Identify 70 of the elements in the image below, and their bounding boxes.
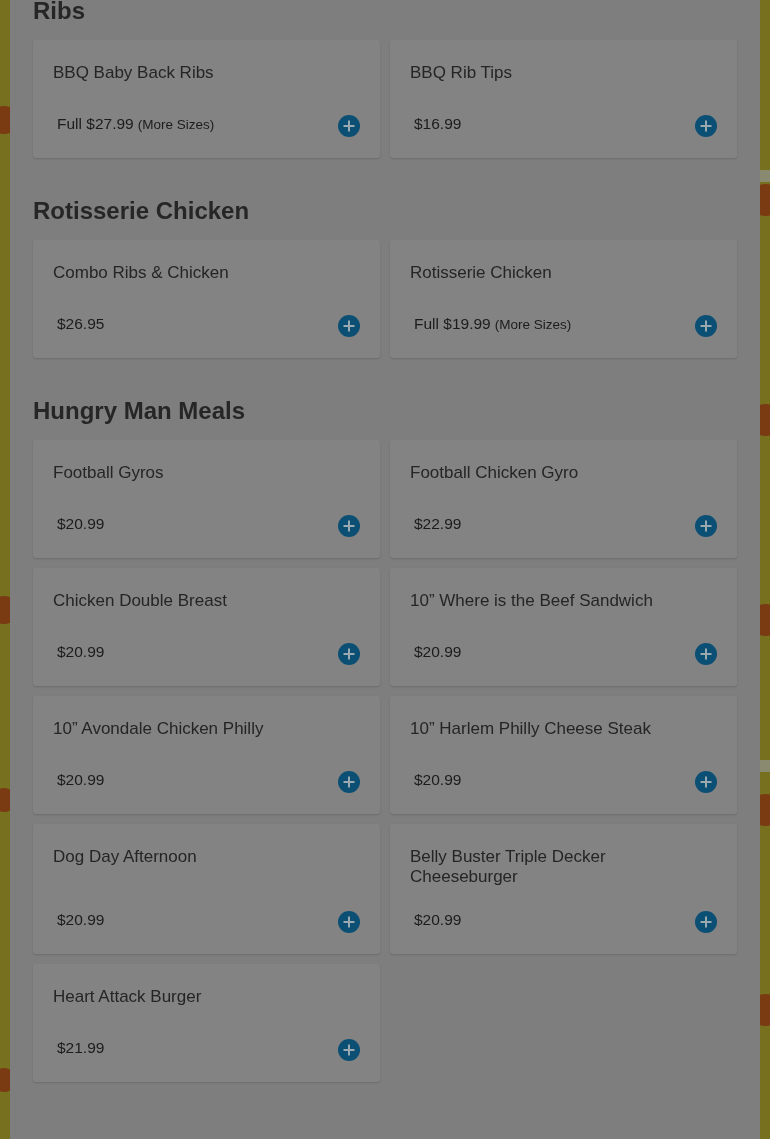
item-price: $20.99 bbox=[57, 910, 105, 931]
add-button[interactable] bbox=[338, 315, 360, 337]
add-button[interactable] bbox=[695, 643, 717, 665]
item-name: Rotisserie Chicken bbox=[410, 263, 553, 283]
add-button[interactable] bbox=[695, 115, 717, 137]
item-price: Full $27.99 bbox=[57, 114, 134, 135]
add-button[interactable] bbox=[338, 1039, 360, 1061]
add-button[interactable] bbox=[695, 515, 717, 537]
add-icon bbox=[695, 315, 717, 337]
item-name: Football Chicken Gyro bbox=[410, 463, 580, 483]
item-name: 10” Avondale Chicken Philly bbox=[53, 719, 265, 739]
add-icon bbox=[338, 515, 360, 537]
item-price: $20.99 bbox=[57, 514, 105, 535]
item-name: Football Gyros bbox=[53, 463, 165, 483]
item-price: $20.99 bbox=[57, 642, 105, 663]
menu-item-card[interactable]: Combo Ribs & Chicken $26.95 bbox=[33, 240, 380, 358]
item-price: $21.99 bbox=[57, 1038, 105, 1059]
menu-item-card[interactable]: 10” Avondale Chicken Philly $20.99 bbox=[33, 696, 380, 814]
menu-item-card[interactable]: BBQ Rib Tips $16.99 bbox=[390, 40, 737, 158]
item-name: BBQ Baby Back Ribs bbox=[53, 63, 215, 83]
add-icon bbox=[695, 515, 717, 537]
add-icon bbox=[695, 771, 717, 793]
section-heading: Rotisserie Chicken bbox=[33, 196, 251, 226]
add-icon bbox=[338, 643, 360, 665]
add-button[interactable] bbox=[695, 911, 717, 933]
more-sizes-link[interactable]: (More Sizes) bbox=[494, 315, 572, 336]
add-button[interactable] bbox=[695, 315, 717, 337]
add-button[interactable] bbox=[338, 643, 360, 665]
add-button[interactable] bbox=[338, 911, 360, 933]
add-icon bbox=[338, 115, 360, 137]
item-name: BBQ Rib Tips bbox=[410, 63, 514, 83]
item-price: $20.99 bbox=[57, 770, 105, 791]
item-price: $16.99 bbox=[414, 114, 462, 135]
item-price: Full $19.99 bbox=[414, 314, 491, 335]
menu-item-card[interactable]: BBQ Baby Back Ribs Full $27.99 (More Sizes) bbox=[33, 40, 380, 158]
item-name: Chicken Double Breast bbox=[53, 591, 228, 611]
section-heading: Ribs bbox=[33, 0, 86, 26]
add-icon bbox=[338, 771, 360, 793]
item-price: $26.95 bbox=[57, 314, 105, 335]
add-icon bbox=[695, 643, 717, 665]
item-name: Belly Buster Triple Decker Cheeseburger bbox=[410, 847, 607, 887]
add-icon bbox=[338, 315, 360, 337]
menu-item-card[interactable]: 10” Where is the Beef Sandwich $20.99 bbox=[390, 568, 737, 686]
menu-item-card[interactable]: Football Gyros $20.99 bbox=[33, 440, 380, 558]
item-price: $20.99 bbox=[414, 910, 462, 931]
menu-item-card[interactable]: Dog Day Afternoon $20.99 bbox=[33, 824, 380, 954]
menu-item-card[interactable]: Heart Attack Burger $21.99 bbox=[33, 964, 380, 1082]
menu-item-card[interactable]: Chicken Double Breast $20.99 bbox=[33, 568, 380, 686]
item-price: $20.99 bbox=[414, 770, 462, 791]
section-heading: Hungry Man Meals bbox=[33, 396, 247, 426]
more-sizes-link[interactable]: (More Sizes) bbox=[137, 115, 215, 136]
menu-item-card[interactable]: Football Chicken Gyro $22.99 bbox=[390, 440, 737, 558]
item-price: $22.99 bbox=[414, 514, 462, 535]
add-icon bbox=[338, 1039, 360, 1061]
add-button[interactable] bbox=[695, 771, 717, 793]
add-button[interactable] bbox=[338, 115, 360, 137]
item-name: Combo Ribs & Chicken bbox=[53, 263, 230, 283]
add-icon bbox=[695, 911, 717, 933]
menu-item-card[interactable]: Rotisserie Chicken Full $19.99 (More Sizes) bbox=[390, 240, 737, 358]
item-price: $20.99 bbox=[414, 642, 462, 663]
item-name: 10” Where is the Beef Sandwich bbox=[410, 591, 654, 611]
menu-item-card[interactable]: 10” Harlem Philly Cheese Steak $20.99 bbox=[390, 696, 737, 814]
item-name: 10” Harlem Philly Cheese Steak bbox=[410, 719, 652, 739]
add-icon bbox=[695, 115, 717, 137]
item-name: Dog Day Afternoon bbox=[53, 847, 198, 867]
add-icon bbox=[338, 911, 360, 933]
add-button[interactable] bbox=[338, 515, 360, 537]
menu-item-card[interactable]: Belly Buster Triple Decker Cheeseburger $20.99 bbox=[390, 824, 737, 954]
item-name: Heart Attack Burger bbox=[53, 987, 203, 1007]
add-button[interactable] bbox=[338, 771, 360, 793]
